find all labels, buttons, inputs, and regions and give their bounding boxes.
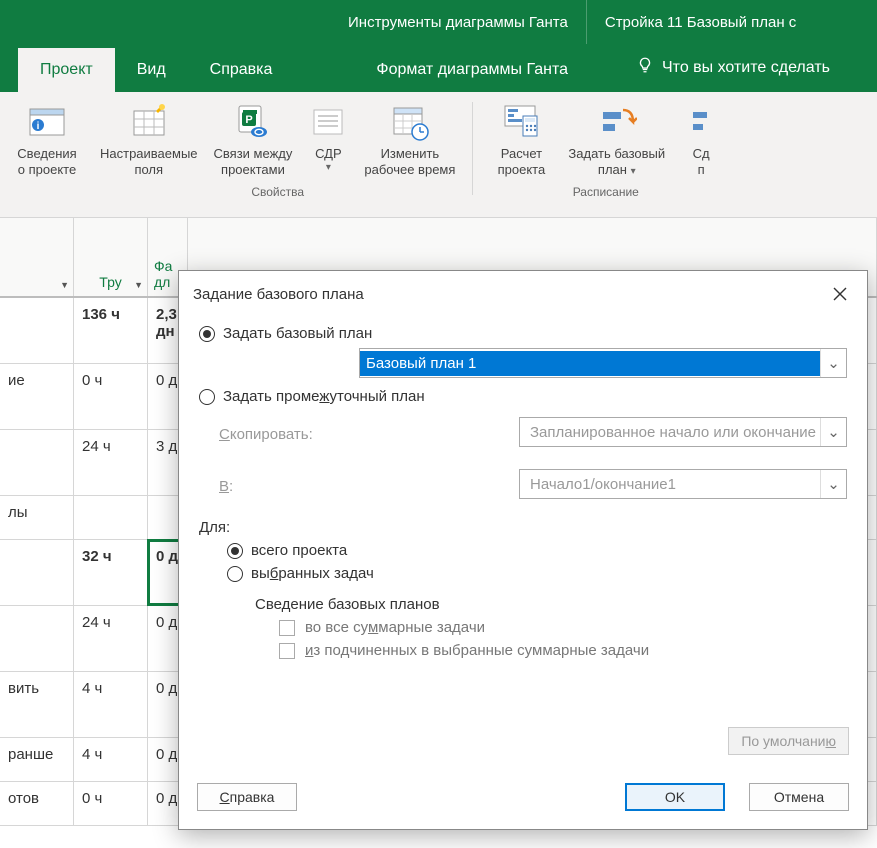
radio-for-entire-label: всего проекта	[251, 542, 347, 559]
chevron-down-icon: ▾	[326, 162, 331, 175]
tab-format-gantt[interactable]: Формат диаграммы Ганта	[354, 48, 590, 92]
move-icon	[681, 102, 721, 142]
ribbon-btn-project-info[interactable]: i Сведения о проекте	[8, 98, 86, 215]
check-rollup-all	[279, 620, 295, 636]
radio-set-baseline-label: Задать базовый план	[223, 325, 372, 342]
radio-for-selected-label: выбранных задач	[251, 565, 374, 582]
default-button: По умолчанию	[728, 727, 849, 755]
chevron-down-icon[interactable]: ⌄	[820, 349, 846, 377]
ok-button[interactable]: OK	[625, 783, 725, 811]
filter-icon[interactable]: ▼	[60, 280, 69, 290]
ribbon-btn-custom-fields[interactable]: Настраиваемые поля	[92, 98, 206, 183]
tab-help[interactable]: Справка	[188, 48, 295, 92]
tell-me[interactable]: Что вы хотите сделать	[614, 43, 852, 92]
tell-me-label: Что вы хотите сделать	[662, 59, 830, 77]
ribbon-group-properties: Свойства	[251, 183, 304, 199]
help-button[interactable]: Справка	[197, 783, 297, 811]
check-rollup-children	[279, 643, 295, 659]
tab-view[interactable]: Вид	[115, 48, 188, 92]
context-tool-title: Инструменты диаграммы Ганта	[330, 0, 586, 44]
ribbon-tabs: Проект Вид Справка Формат диаграммы Гант…	[0, 44, 877, 92]
into-label: В:	[219, 478, 359, 495]
copy-label: Скопировать:	[219, 426, 359, 443]
link-projects-icon: P	[233, 102, 273, 142]
chevron-down-icon: ▾	[631, 166, 636, 177]
radio-set-interim[interactable]	[199, 389, 215, 405]
cancel-button[interactable]: Отмена	[749, 783, 849, 811]
info-icon: i	[27, 102, 67, 142]
check-rollup-all-label: во все суммарные задачи	[305, 619, 485, 636]
check-rollup-children-label: из подчиненных в выбранные суммарные зад…	[305, 642, 649, 659]
radio-for-selected[interactable]	[227, 566, 243, 582]
radio-for-entire[interactable]	[227, 543, 243, 559]
ribbon-btn-wbs[interactable]: СДР ▾	[300, 98, 356, 183]
ribbon-btn-links[interactable]: P Связи между проектами	[206, 98, 301, 183]
set-baseline-dialog: Задание базового плана Задать базовый пл…	[178, 270, 868, 830]
ribbon-btn-set-baseline[interactable]: Задать базовый план ▾	[560, 98, 673, 183]
for-label: Для:	[199, 519, 847, 536]
ribbon-btn-move[interactable]: Сд п	[673, 98, 729, 183]
tab-project[interactable]: Проект	[18, 48, 115, 92]
calculator-icon	[501, 102, 541, 142]
svg-text:P: P	[245, 114, 252, 126]
filter-icon[interactable]: ▼	[134, 280, 143, 290]
copy-combo: Запланированное начало или окончание ⌄	[519, 417, 847, 447]
grid-icon	[129, 102, 169, 142]
chevron-down-icon: ⌄	[820, 418, 846, 446]
dialog-title: Задание базового плана	[193, 286, 364, 303]
svg-text:i: i	[37, 121, 40, 132]
chevron-down-icon: ⌄	[820, 470, 846, 498]
ribbon-group-schedule: Расписание	[573, 183, 639, 199]
ribbon-btn-calculate[interactable]: Расчет проекта	[482, 98, 560, 183]
col-header-work[interactable]: Тру	[99, 274, 121, 290]
ribbon: i Сведения о проекте Настраиваемые поля …	[0, 92, 877, 218]
baseline-icon	[597, 102, 637, 142]
ribbon-btn-change-working-time[interactable]: Изменить рабочее время	[356, 98, 463, 183]
wbs-icon	[308, 102, 348, 142]
title-bar: Инструменты диаграммы Ганта Стройка 11 Б…	[0, 0, 877, 44]
document-name: Стройка 11 Базовый план с	[586, 0, 814, 44]
into-combo: Начало1/окончание1 ⌄	[519, 469, 847, 499]
close-button[interactable]	[825, 281, 855, 307]
radio-set-baseline[interactable]	[199, 326, 215, 342]
lightbulb-icon	[636, 56, 654, 79]
calendar-clock-icon	[390, 102, 430, 142]
radio-set-interim-label: Задать промежуточный план	[223, 388, 425, 405]
rollup-section: Сведение базовых планов	[255, 596, 847, 613]
baseline-combo[interactable]: Базовый план 1 ⌄	[359, 348, 847, 378]
close-icon	[833, 287, 847, 301]
